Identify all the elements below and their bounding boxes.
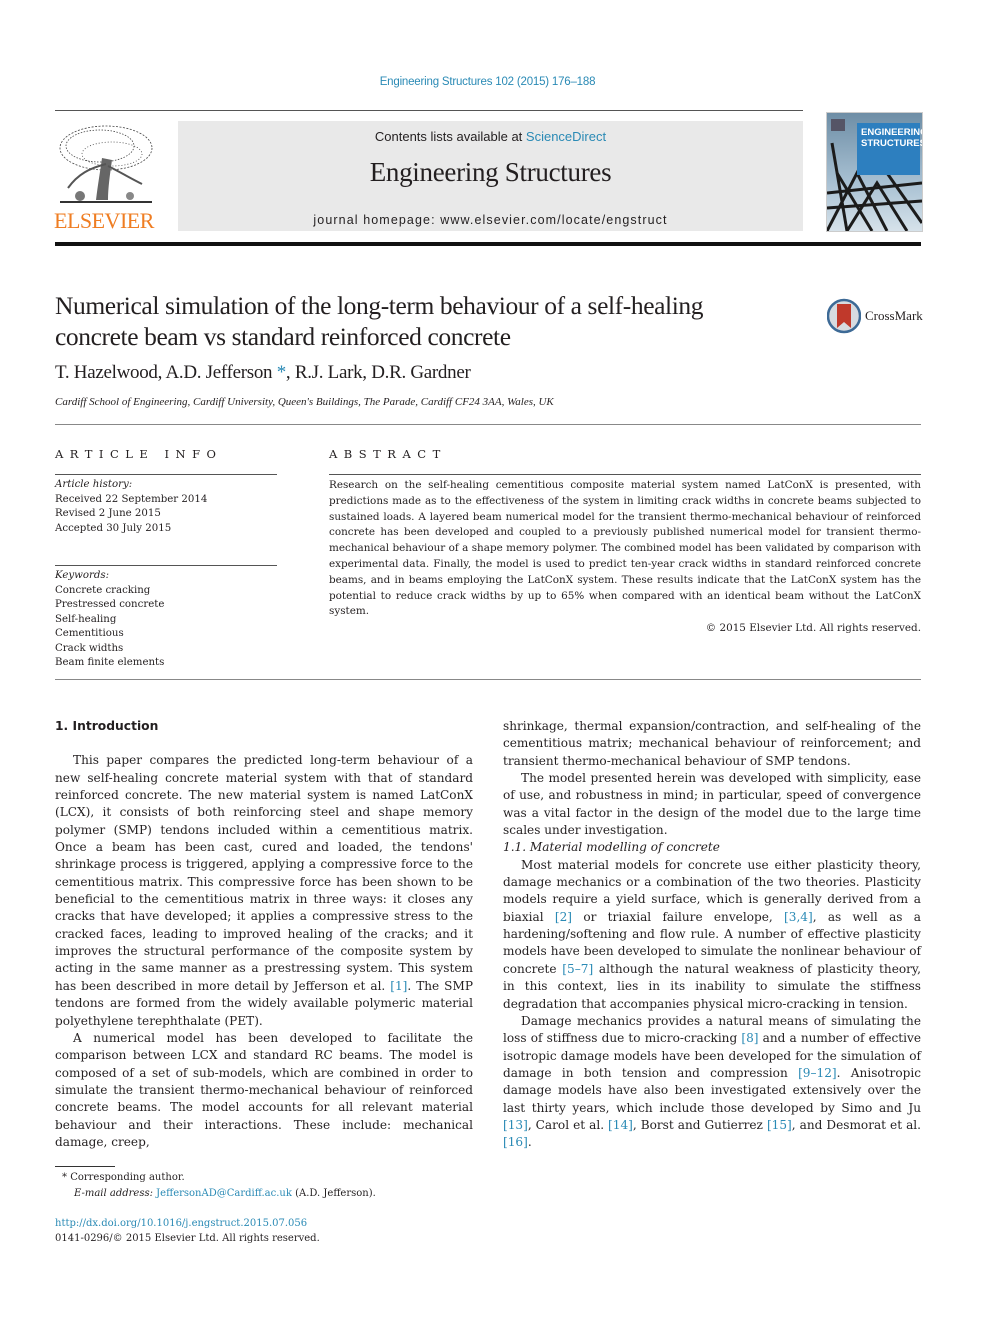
journal-name: Engineering Structures (369, 157, 612, 187)
keywords-list: Keywords: Concrete cracking Prestressed … (55, 569, 277, 671)
cover-title-line1: ENGINEERING (861, 127, 923, 138)
subsection-heading-material-modelling: 1.1. Material modelling of concrete (503, 840, 720, 855)
text-run: , Carol et al. (527, 1117, 609, 1132)
abstract-heading: ABSTRACT (329, 447, 447, 461)
issn-copyright: 0141-0296/© 2015 Elsevier Ltd. All right… (55, 1233, 320, 1244)
text-run: This paper compares the predicted long-t… (55, 753, 473, 993)
email-label: E-mail address: (74, 1188, 157, 1199)
author-affiliation: Cardiff School of Engineering, Cardiff U… (55, 396, 554, 408)
corresponding-author-footnote: * Corresponding author. E-mail address: … (62, 1170, 376, 1202)
article-info-rule (55, 474, 277, 475)
abstract-rule (329, 474, 921, 475)
homepage-label: journal homepage: (313, 213, 441, 227)
cover-title-line2: STRUCTURES (861, 138, 923, 149)
citation-link[interactable]: [14] (608, 1118, 633, 1132)
history-received: Received 22 September 2014 (55, 493, 208, 505)
email-suffix: (A.D. Jefferson). (291, 1188, 376, 1199)
keyword-item: Prestressed concrete (55, 599, 165, 610)
contents-available-line: Contents lists available at ScienceDirec… (178, 129, 803, 144)
abstract-text: Research on the self-healing cementitiou… (329, 479, 921, 618)
crossmark-button[interactable]: CrossMark (827, 298, 923, 334)
keywords-label: Keywords: (55, 570, 110, 581)
history-accepted: Accepted 30 July 2015 (55, 522, 172, 534)
header-rule (55, 110, 803, 111)
citation-link[interactable]: [8] (741, 1031, 758, 1045)
homepage-url-link[interactable]: www.elsevier.com/locate/engstruct (440, 213, 667, 227)
keywords-rule (55, 565, 277, 566)
footnote-rule (55, 1166, 115, 1167)
header-thick-rule (55, 242, 921, 246)
abstract-copyright: © 2015 Elsevier Ltd. All rights reserved… (705, 622, 921, 634)
citation-link[interactable]: [9–12] (798, 1066, 837, 1080)
intro-paragraph-2: A numerical model has been developed to … (55, 1030, 473, 1149)
citation-link[interactable]: [13] (503, 1118, 528, 1132)
intro-paragraph-1: This paper compares the predicted long-t… (55, 752, 473, 1030)
body-column-left: 1. Introduction This paper compares the … (55, 718, 473, 1151)
citation-link[interactable]: [15] (767, 1118, 792, 1132)
corresponding-author-mark[interactable]: * (277, 362, 287, 383)
material-paragraph-1: Most material models for concrete use ei… (503, 857, 921, 1013)
keyword-item: Crack widths (55, 642, 124, 654)
body-rule (55, 679, 921, 680)
text-run: , and Desmorat et al. (791, 1117, 922, 1132)
citation-link[interactable]: [1] (390, 979, 407, 993)
intro-paragraph-3: The model presented herein was developed… (503, 771, 921, 838)
text-run: , Borst and Gutierrez (632, 1117, 767, 1132)
text-run: or triaxial failure envelope, (572, 909, 785, 924)
doi-link[interactable]: http://dx.doi.org/10.1016/j.engstruct.20… (55, 1216, 320, 1231)
email-link[interactable]: JeffersonAD@Cardiff.ac.uk (156, 1188, 292, 1199)
text-run: . (527, 1135, 532, 1150)
body-column-right: shrinkage, thermal expansion/contraction… (503, 718, 921, 1152)
article-title: Numerical simulation of the long-term be… (55, 290, 805, 352)
affiliation-rule (55, 424, 921, 425)
corresponding-author-label: Corresponding author. (70, 1172, 185, 1183)
crossmark-icon (827, 298, 861, 334)
keyword-item: Beam finite elements (55, 657, 165, 668)
title-line-1: Numerical simulation of the long-term be… (55, 291, 704, 320)
keyword-item: Self-healing (55, 613, 117, 625)
keyword-item: Cementitious (55, 628, 124, 639)
citation-link[interactable]: [16] (503, 1135, 528, 1149)
author-list: T. Hazelwood, A.D. Jefferson *, R.J. Lar… (55, 362, 471, 384)
keyword-item: Concrete cracking (55, 584, 151, 596)
article-info-heading: ARTICLE INFO (55, 447, 223, 461)
authors-text-1: T. Hazelwood, A.D. Jefferson (55, 362, 273, 383)
citation-link[interactable]: [3,4] (784, 910, 813, 924)
citation-link[interactable]: [2] (555, 910, 572, 924)
elsevier-wordmark: ELSEVIER (54, 208, 154, 233)
history-revised: Revised 2 June 2015 (55, 508, 161, 519)
journal-homepage-line: journal homepage: www.elsevier.com/locat… (178, 213, 803, 227)
material-paragraph-2: Damage mechanics provides a natural mean… (503, 1013, 921, 1152)
citation-link[interactable]: [5–7] (562, 962, 593, 976)
journal-citation-link[interactable]: Engineering Structures 102 (2015) 176–18… (0, 76, 975, 88)
intro-paragraph-2-continued: shrinkage, thermal expansion/contraction… (503, 719, 921, 768)
footnote-mark: * (62, 1172, 67, 1183)
cover-title-box: ENGINEERING STRUCTURES (857, 123, 923, 175)
title-line-2: concrete beam vs standard reinforced con… (55, 322, 511, 351)
article-history: Article history: Received 22 September 2… (55, 478, 277, 536)
contents-prefix: Contents lists available at (374, 129, 526, 144)
doi-block: http://dx.doi.org/10.1016/j.engstruct.20… (55, 1216, 320, 1246)
journal-cover-image[interactable]: ENGINEERING STRUCTURES (826, 112, 923, 232)
journal-masthead: Contents lists available at ScienceDirec… (178, 121, 803, 231)
sciencedirect-link[interactable]: ScienceDirect (526, 129, 606, 144)
authors-text-2: , R.J. Lark, D.R. Gardner (285, 362, 471, 383)
crossmark-label: CrossMark (865, 308, 923, 323)
history-label: Article history: (55, 479, 133, 490)
section-heading-introduction: 1. Introduction (55, 719, 159, 733)
